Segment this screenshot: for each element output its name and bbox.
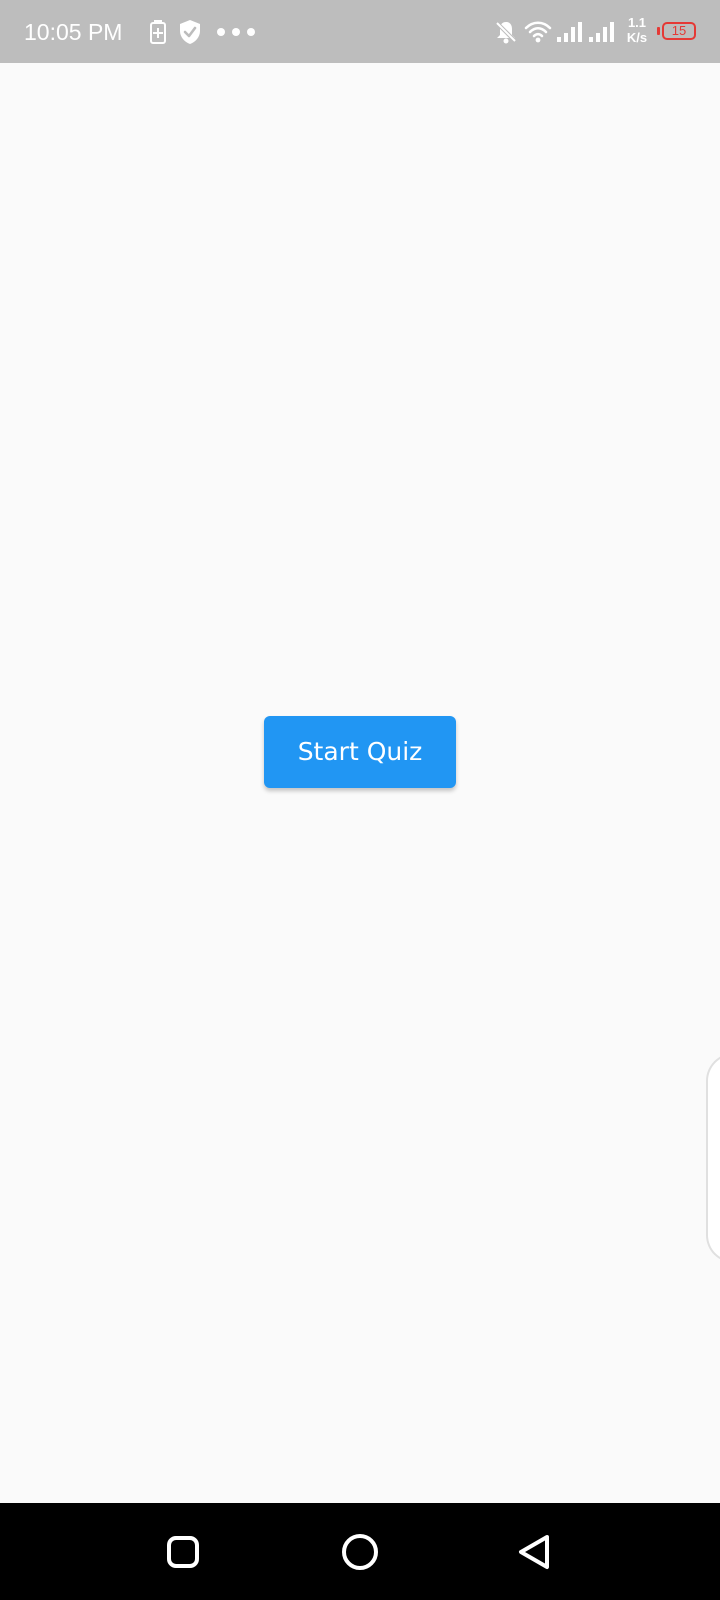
recents-button[interactable] [166, 1535, 200, 1569]
edge-panel-handle[interactable] [706, 1053, 720, 1263]
start-quiz-button[interactable]: Start Quiz [264, 716, 456, 788]
status-bar: 10:05 PM 1.1 K/s 15 [0, 0, 720, 63]
wifi-icon [524, 21, 552, 43]
back-button[interactable] [516, 1533, 552, 1571]
navigation-bar [0, 1503, 720, 1600]
network-speed-value: 1.1 [627, 15, 647, 30]
signal-icon [557, 22, 582, 42]
more-notifications-icon [217, 28, 255, 36]
battery-saver-icon [150, 20, 166, 44]
battery-level: 15 [662, 22, 696, 40]
notifications-off-icon [495, 21, 517, 44]
network-speed: 1.1 K/s [620, 15, 654, 45]
status-time: 10:05 PM [24, 19, 123, 45]
signal-icon [589, 22, 614, 42]
main-content: Start Quiz [0, 63, 720, 1503]
battery-icon [657, 27, 660, 35]
shield-check-icon [180, 20, 200, 44]
home-button[interactable] [341, 1533, 379, 1571]
network-speed-unit: K/s [626, 30, 648, 45]
